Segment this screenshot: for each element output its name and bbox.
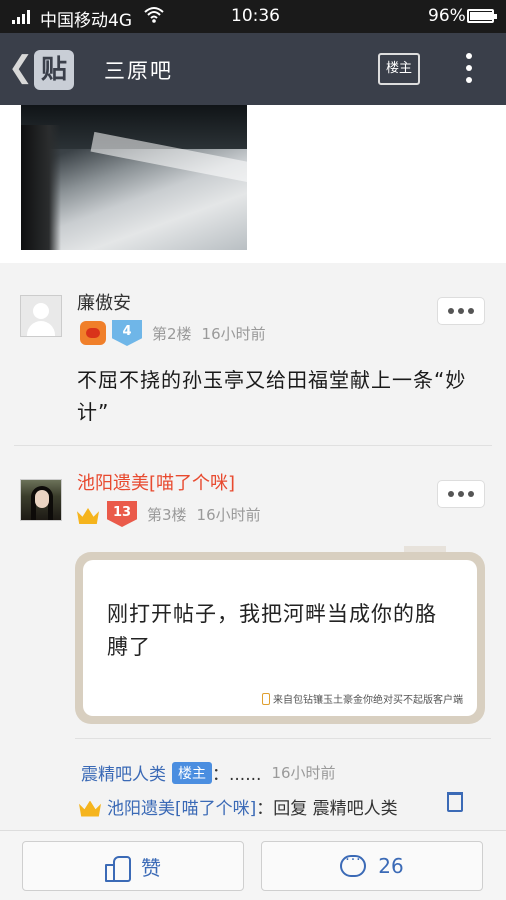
reply-content: ：回复 震精吧人类 [256, 799, 398, 819]
username[interactable]: 廉傲安 [77, 289, 131, 315]
wifi-icon [144, 6, 164, 29]
floor-more-button[interactable] [437, 480, 485, 508]
forum-title: 三原吧 [104, 59, 173, 83]
badge-row: 4 第2楼 16小时前 [80, 320, 266, 346]
reply-content: ：...... [212, 765, 262, 785]
floor-number: 第2楼 [152, 324, 192, 343]
signal-icon [12, 9, 30, 24]
trash-icon[interactable] [447, 792, 463, 812]
username[interactable]: 池阳遗美[喵了个咪] [77, 469, 235, 495]
phone-icon [262, 692, 270, 705]
floor-number: 第3楼 [147, 505, 187, 524]
crown-icon [77, 795, 103, 819]
post-time: 16小时前 [196, 505, 261, 524]
clock: 10:36 [231, 6, 280, 26]
like-button[interactable]: 赞 [22, 841, 244, 891]
carrier-label: 中国移动4G [40, 11, 132, 31]
bubble-post-card: 刚打开帖子，我把河畔当成你的胳膊了 来自包钻镶玉土豪金你绝对买不起版客户端 [75, 552, 485, 724]
battery-icon [467, 9, 497, 23]
louzhu-tag: 楼主 [172, 761, 212, 784]
chevron-left-icon[interactable]: ❮ [8, 53, 33, 83]
reply-author[interactable]: 池阳遗美[喵了个咪] [107, 794, 256, 819]
post-photo[interactable] [21, 105, 247, 250]
thumbs-up-icon [105, 854, 131, 882]
battery-fill [470, 12, 493, 20]
bottom-bar: 赞 26 [0, 830, 506, 900]
avatar[interactable] [20, 295, 62, 337]
post-content: 不屈不挠的孙玉亭又给田福堂献上一条“妙计” [77, 368, 467, 424]
badge-row: 13 第3楼 16小时前 [75, 501, 261, 527]
comment-icon [340, 852, 367, 877]
post-image-block [0, 105, 506, 263]
reply-author[interactable]: 震精吧人类 [81, 760, 166, 785]
nav-bar: ❮ 贴 三原吧 楼主 [0, 33, 506, 105]
level-badge: 4 [112, 320, 142, 346]
reply-item[interactable]: 震精吧人类 楼主 ：...... 16小时前 [81, 760, 336, 785]
reply-list: 震精吧人类 楼主 ：...... 16小时前 池阳遗美[喵了个咪] ：回复 震精… [75, 740, 495, 830]
comment-count: 26 [378, 854, 404, 878]
floor-2: 廉傲安 4 第2楼 16小时前 不屈不挠的孙玉亭又给田福堂献上一条“妙计” [0, 263, 506, 449]
vertical-dots-icon[interactable] [464, 53, 474, 87]
post-content: 刚打开帖子，我把河畔当成你的胳膊了 [107, 602, 437, 659]
reply-time: 16小时前 [271, 764, 336, 782]
reply-item[interactable]: 池阳遗美[喵了个咪] ：回复 震精吧人类 [77, 794, 398, 819]
source-label: 来自包钻镶玉土豪金你绝对买不起版客户端 [273, 695, 463, 706]
client-source[interactable]: 来自包钻镶玉土豪金你绝对买不起版客户端 [262, 691, 463, 706]
louzhu-only-button[interactable]: 楼主 [378, 53, 420, 85]
game-badge-icon [80, 321, 106, 345]
crown-icon [75, 502, 101, 526]
level-badge: 13 [107, 501, 137, 527]
comment-button[interactable]: 26 [261, 841, 483, 891]
battery-percent: 96% [428, 6, 466, 26]
like-label: 赞 [141, 855, 161, 880]
status-bar: 中国移动4G 10:36 96% [0, 0, 506, 33]
divider [14, 445, 492, 446]
floor-more-button[interactable] [437, 297, 485, 325]
tieba-logo[interactable]: 贴 [34, 50, 74, 90]
post-time: 16小时前 [201, 324, 266, 343]
avatar[interactable] [20, 479, 62, 521]
divider [75, 738, 491, 739]
